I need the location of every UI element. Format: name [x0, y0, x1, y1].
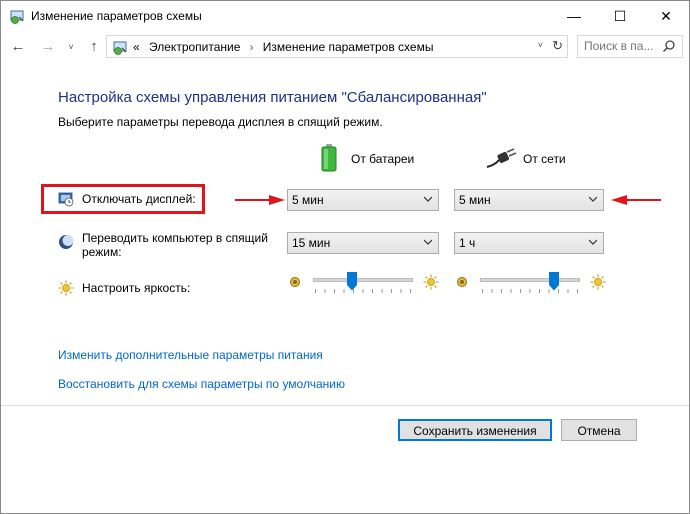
display-off-battery-select[interactable]: 5 мин [287, 189, 439, 211]
slider-thumb[interactable] [347, 272, 358, 291]
brightness-plugged-slider[interactable] [456, 271, 606, 295]
battery-icon [321, 144, 337, 172]
chevron-down-icon [589, 239, 597, 245]
power-plug-icon [486, 148, 517, 168]
refresh-icon[interactable]: ↻ [552, 38, 563, 54]
address-bar[interactable]: « Электропитание › Изменение параметров … [106, 35, 568, 58]
page-title: Настройка схемы управления питанием "Сба… [58, 89, 487, 106]
chevron-down-icon [424, 196, 432, 202]
annotation-arrow-left-icon [611, 195, 661, 205]
restore-defaults-link[interactable]: Восстановить для схемы параметры по умол… [58, 377, 345, 391]
sun-bright-icon [590, 274, 606, 290]
search-input[interactable] [584, 39, 656, 53]
sun-dim-icon [290, 277, 300, 287]
sun-dim-icon [457, 277, 467, 287]
display-off-plugged-value: 5 мин [459, 193, 491, 207]
minimize-button[interactable]: — [551, 1, 597, 31]
breadcrumb-item-edit-plan[interactable]: Изменение параметров схемы [263, 40, 434, 54]
sun-icon [58, 280, 74, 296]
up-arrow-icon[interactable]: ↑ [85, 38, 103, 56]
column-label-plugged: От сети [523, 152, 566, 166]
chevron-down-icon [424, 239, 432, 245]
forward-arrow-icon[interactable]: → [39, 38, 57, 56]
annotation-arrow-right-icon [235, 195, 285, 205]
window-title: Изменение параметров схемы [31, 9, 202, 23]
power-options-icon [113, 41, 127, 55]
save-changes-button[interactable]: Сохранить изменения [398, 419, 552, 441]
sleep-plugged-value: 1 ч [459, 236, 476, 250]
sleep-battery-select[interactable]: 15 мин [287, 232, 439, 254]
chevron-down-icon [589, 196, 597, 202]
title-bar: Изменение параметров схемы — ☐ ✕ [1, 1, 689, 31]
window: Изменение параметров схемы — ☐ ✕ ← → ˅ ↑… [0, 0, 690, 514]
slider-thumb[interactable] [548, 272, 559, 291]
footer-divider [1, 405, 689, 406]
moon-icon [59, 235, 74, 249]
sleep-battery-value: 15 мин [292, 236, 331, 250]
breadcrumb-separator-icon[interactable]: › [250, 42, 254, 54]
cancel-button[interactable]: Отмена [561, 419, 637, 441]
brightness-battery-slider[interactable] [289, 271, 439, 295]
recent-locations-chevron-icon[interactable]: ˅ [62, 38, 80, 56]
sleep-label-line1: Переводить компьютер в спящий [82, 231, 268, 245]
advanced-settings-link[interactable]: Изменить дополнительные параметры питани… [58, 348, 323, 362]
brightness-label: Настроить яркость: [82, 281, 191, 295]
close-button[interactable]: ✕ [643, 1, 689, 31]
page-subtitle: Выберите параметры перевода дисплея в сп… [58, 115, 383, 129]
annotation-highlight-box [41, 184, 205, 214]
sleep-label-line2: режим: [82, 245, 122, 259]
maximize-button[interactable]: ☐ [597, 1, 643, 31]
display-off-plugged-select[interactable]: 5 мин [454, 189, 604, 211]
column-label-battery: От батареи [351, 152, 415, 166]
power-options-icon [10, 10, 24, 24]
breadcrumb-item-power[interactable]: Электропитание [149, 40, 240, 54]
slider-ticks [315, 289, 411, 293]
breadcrumb: « Электропитание › Изменение параметров … [133, 40, 433, 54]
back-arrow-icon[interactable]: ← [9, 38, 27, 56]
sleep-plugged-select[interactable]: 1 ч [454, 232, 604, 254]
display-off-battery-value: 5 мин [292, 193, 324, 207]
maximize-icon: ☐ [613, 7, 627, 24]
search-box[interactable] [577, 35, 683, 58]
navigation-bar: ← → ˅ ↑ « Электропитание › Изменение пар… [1, 31, 689, 63]
sun-bright-icon [423, 274, 439, 290]
breadcrumb-overflow-icon[interactable]: « [133, 40, 140, 54]
address-dropdown-icon[interactable]: ˅ [538, 40, 543, 50]
slider-ticks [482, 289, 578, 293]
search-icon[interactable] [662, 39, 676, 53]
slider-track[interactable] [313, 278, 413, 282]
minimize-icon: — [567, 8, 581, 24]
close-icon: ✕ [660, 7, 672, 24]
slider-track[interactable] [480, 278, 580, 282]
